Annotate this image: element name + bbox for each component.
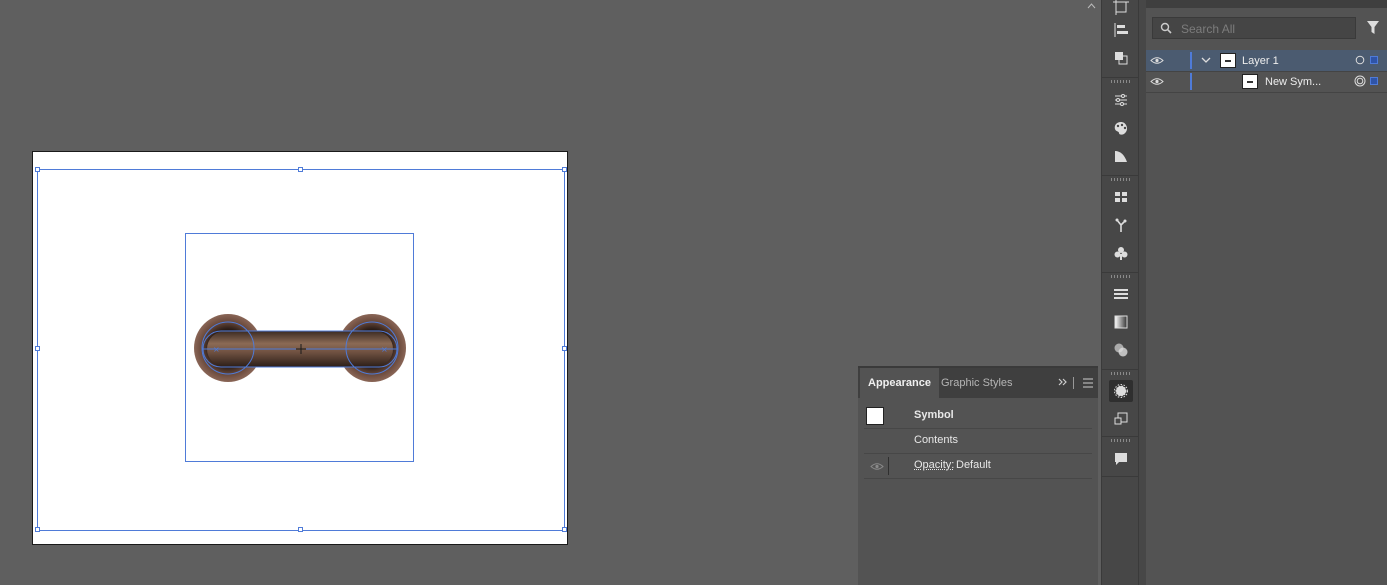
layers-panel: Search All Layer 1 New Sym... [1139,0,1387,585]
appearance-panel: Appearance Graphic Styles Symbol Content… [858,366,1098,585]
symbol-label: Symbol [914,409,954,421]
selection-indicator-square[interactable] [1370,77,1378,85]
color-palette-icon[interactable] [1109,117,1133,139]
align-panel-icon[interactable] [1109,19,1133,41]
handle-bottom-left[interactable] [35,527,40,532]
handle-bottom-center[interactable] [298,527,303,532]
row-separator [888,457,889,475]
brushes-panel-icon[interactable] [1109,214,1133,236]
layer-color-bar [1190,52,1192,69]
layer-color-bar [1190,73,1192,90]
symbols-panel-icon[interactable] [1109,242,1133,264]
panel-icon-strip [1101,0,1139,585]
filter-icon[interactable] [1366,20,1380,36]
layers-search-placeholder: Search All [1181,22,1236,36]
scroll-up-icon[interactable] [1087,3,1096,9]
panel-collapse-icon[interactable] [1057,376,1069,390]
vertical-scrollbar[interactable] [1083,0,1099,366]
handle-bottom-right[interactable] [562,527,567,532]
artboard[interactable]: × × [32,151,568,545]
appearance-row-contents[interactable]: Contents [864,429,1092,454]
target-circle-icon[interactable] [1355,55,1365,65]
swatches-panel-icon[interactable] [1109,186,1133,208]
layers-tab-strip [1146,0,1387,8]
opacity-value[interactable]: Default [956,459,991,471]
artboards-panel-icon[interactable] [1109,0,1133,18]
tab-appearance[interactable]: Appearance [860,368,939,398]
stroke-panel-icon[interactable] [1109,283,1133,305]
appearance-tab-bar: Appearance Graphic Styles [858,368,1098,398]
comments-panel-icon[interactable] [1109,448,1133,470]
layer-name-new-symbol[interactable]: New Sym... [1265,76,1321,88]
gradient-panel-icon[interactable] [1109,311,1133,333]
symbol-thumbnail [866,407,884,425]
color-guide-icon[interactable] [1109,145,1133,167]
svg-text:×: × [213,345,220,354]
panel-menu-icon[interactable] [1082,377,1094,389]
appearance-row-symbol[interactable]: Symbol [864,404,1092,429]
handle-middle-left[interactable] [35,346,40,351]
handle-top-left[interactable] [35,167,40,172]
contents-label: Contents [914,434,959,446]
svg-text:×: × [381,345,388,354]
bone-symbol-artwork[interactable]: × × [193,312,408,384]
selection-indicator-square[interactable] [1370,56,1378,64]
panel-divider [1073,377,1074,389]
opacity-label[interactable]: Opacity: [914,459,954,471]
layer-visibility-eye-icon[interactable] [1150,56,1164,65]
handle-top-right[interactable] [562,167,567,172]
graphic-styles-panel-icon[interactable] [1109,408,1133,430]
target-double-circle-icon[interactable] [1354,75,1366,87]
layer-visibility-eye-icon[interactable] [1150,77,1164,86]
layer-row-new-symbol[interactable]: New Sym... [1146,71,1387,93]
layer-name-layer-1[interactable]: Layer 1 [1242,55,1279,67]
properties-panel-icon[interactable] [1109,89,1133,111]
layers-panel-left-edge [1139,0,1146,585]
appearance-panel-icon[interactable] [1109,380,1133,402]
transparency-panel-icon[interactable] [1109,339,1133,361]
symbol-thumbnail [1242,74,1258,89]
layers-search-box[interactable]: Search All [1152,17,1356,39]
pathfinder-panel-icon[interactable] [1109,47,1133,69]
layer-thumbnail [1220,53,1236,68]
chevron-down-icon[interactable] [1201,56,1211,64]
search-icon [1160,22,1172,34]
layer-row-layer-1[interactable]: Layer 1 [1146,50,1387,72]
appearance-row-opacity[interactable]: Opacity: Default [864,454,1092,479]
handle-middle-right[interactable] [562,346,567,351]
tab-graphic-styles[interactable]: Graphic Styles [933,368,1021,398]
visibility-eye-icon[interactable] [870,462,884,471]
handle-top-center[interactable] [298,167,303,172]
